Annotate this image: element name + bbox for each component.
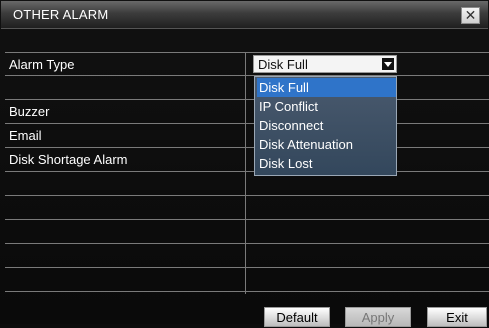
email-label: Email [9, 128, 42, 143]
alarm-type-label: Alarm Type [9, 57, 75, 72]
row-empty [5, 268, 489, 292]
exit-button[interactable]: Exit [427, 307, 487, 327]
settings-grid: Alarm Type Buzzer Email Disk Shortage Al… [5, 52, 489, 294]
option-disk-attenuation[interactable]: Disk Attenuation [257, 135, 396, 154]
row-empty [5, 244, 489, 268]
column-divider [245, 52, 246, 294]
option-ip-conflict[interactable]: IP Conflict [257, 97, 396, 116]
row-empty [5, 76, 489, 100]
alarm-type-dropdown: Disk Full IP Conflict Disconnect Disk At… [254, 76, 397, 176]
close-icon: ✕ [464, 7, 477, 23]
alarm-type-select[interactable]: Disk Full [253, 55, 397, 73]
apply-button[interactable]: Apply [345, 307, 411, 327]
other-alarm-dialog: OTHER ALARM ✕ Alarm Type Buzzer Email Di… [0, 0, 489, 327]
row-disk-shortage: Disk Shortage Alarm [5, 148, 489, 172]
option-disk-full[interactable]: Disk Full [257, 78, 396, 97]
row-email: Email [5, 124, 489, 148]
row-empty [5, 172, 489, 196]
disk-shortage-label: Disk Shortage Alarm [9, 152, 128, 167]
row-buzzer: Buzzer [5, 100, 489, 124]
dialog-title: OTHER ALARM [13, 7, 109, 22]
chevron-down-icon[interactable] [382, 58, 394, 70]
row-alarm-type: Alarm Type [5, 52, 489, 76]
alarm-type-value: Disk Full [258, 57, 308, 72]
row-empty [5, 196, 489, 220]
option-disconnect[interactable]: Disconnect [257, 116, 396, 135]
default-button[interactable]: Default [264, 307, 330, 327]
close-button[interactable]: ✕ [461, 7, 480, 24]
buzzer-label: Buzzer [9, 104, 50, 119]
row-empty [5, 220, 489, 244]
option-disk-lost[interactable]: Disk Lost [257, 154, 396, 173]
title-bar: OTHER ALARM ✕ [1, 1, 488, 29]
